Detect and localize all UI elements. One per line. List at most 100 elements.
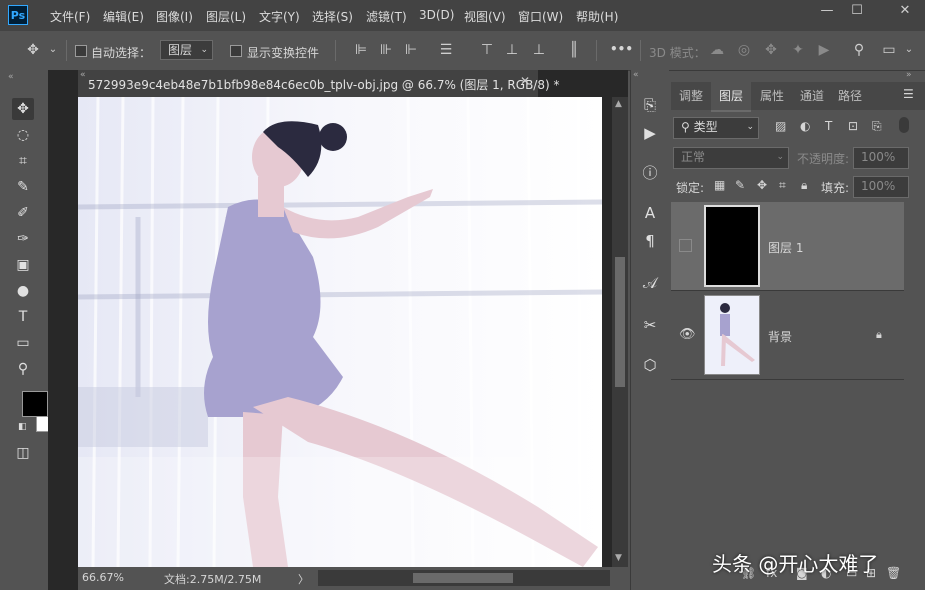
zoom-level[interactable]: 66.67% <box>82 571 124 584</box>
gradient-tool-icon[interactable]: ▣ <box>12 254 34 276</box>
blend-mode-dropdown[interactable]: 正常 ⌄ <box>673 147 789 169</box>
auto-select-checkbox[interactable] <box>75 45 87 57</box>
maximize-button[interactable]: ☐ <box>842 0 872 22</box>
menu-help[interactable]: 帮助(H) <box>576 8 618 25</box>
chevron-down-icon[interactable]: ⌄ <box>900 41 918 59</box>
vertical-scrollbar[interactable]: ▲ ▼ <box>612 97 628 567</box>
tab-adjustments[interactable]: 调整 <box>671 82 711 110</box>
workspace-icon[interactable]: ▭ <box>880 41 898 59</box>
type-tool-icon[interactable]: T <box>12 306 34 328</box>
collapse-icon[interactable]: « <box>8 72 14 82</box>
character-panel-icon[interactable]: A <box>639 202 661 224</box>
panel-menu-icon[interactable]: ☰ <box>903 87 914 101</box>
3d-pan-icon[interactable]: ✥ <box>762 41 780 59</box>
scroll-up-icon[interactable]: ▲ <box>615 99 622 109</box>
layer-name[interactable]: 背景 <box>768 328 792 345</box>
align-center-icon[interactable]: ⊪ <box>377 41 395 59</box>
actions-panel-icon[interactable]: ▶ <box>639 122 661 144</box>
layer-name[interactable]: 图层 1 <box>768 239 803 256</box>
layer-row-background[interactable]: 👁︎ 背景 🔒︎ <box>671 291 904 380</box>
lock-position-icon[interactable]: ✥ <box>757 178 767 192</box>
menu-type[interactable]: 文字(Y) <box>259 8 300 25</box>
auto-select-dropdown[interactable]: 图层 ⌄ <box>160 40 213 60</box>
align-top-icon[interactable]: ⊤ <box>478 41 496 59</box>
foreground-color-swatch-top[interactable] <box>22 391 48 417</box>
history-panel-icon[interactable]: ⎘ <box>639 94 661 116</box>
type-filter-icon[interactable]: T <box>825 119 832 133</box>
canvas-image[interactable] <box>78 97 602 567</box>
align-right-icon[interactable]: ⊩ <box>402 41 420 59</box>
scrollbar-thumb[interactable] <box>413 573 513 583</box>
lock-transparent-icon[interactable]: ▦ <box>714 178 725 192</box>
crop-tool-icon[interactable]: ⌗ <box>12 150 34 172</box>
lock-pixels-icon[interactable]: ✎ <box>735 178 745 192</box>
align-left-icon[interactable]: ⊫ <box>352 41 370 59</box>
scrollbar-thumb[interactable] <box>615 257 625 387</box>
eye-icon[interactable]: 👁︎ <box>679 327 696 342</box>
menu-edit[interactable]: 编辑(E) <box>103 8 144 25</box>
3d-panel-icon[interactable]: ⬡ <box>639 354 661 376</box>
info-panel-icon[interactable]: ⓘ <box>639 162 661 184</box>
align-middle-icon[interactable]: ⊥ <box>503 41 521 59</box>
search-icon[interactable]: ⚲ <box>850 41 868 59</box>
3d-roll-icon[interactable]: ◎ <box>735 41 753 59</box>
menu-window[interactable]: 窗口(W) <box>518 8 563 25</box>
3d-camera-icon[interactable]: ▶ <box>815 41 833 59</box>
dodge-tool-icon[interactable]: ● <box>12 280 34 302</box>
move-tool-icon[interactable]: ✥ <box>12 98 34 120</box>
menu-3d[interactable]: 3D(D) <box>419 8 454 22</box>
close-tab-icon[interactable]: ✕ <box>520 74 530 88</box>
tab-layers[interactable]: 图层 <box>711 82 751 112</box>
delete-layer-icon[interactable]: 🗑︎ <box>886 566 901 580</box>
opacity-input[interactable]: 100% <box>853 147 909 169</box>
brush-tool-icon[interactable]: ✐ <box>12 202 34 224</box>
show-transform-checkbox[interactable] <box>230 45 242 57</box>
collapse-icon[interactable]: » <box>906 70 912 80</box>
close-button[interactable]: ✕ <box>890 0 920 22</box>
distribute-vertical-icon[interactable]: ║ <box>565 41 583 59</box>
smart-object-filter-icon[interactable]: ⎘ <box>872 119 882 134</box>
fill-input[interactable]: 100% <box>853 176 909 198</box>
chevron-down-icon[interactable]: ⌄ <box>44 41 62 59</box>
rectangle-tool-icon[interactable]: ▭ <box>12 332 34 354</box>
tool-presets-icon[interactable]: ✂ <box>639 314 661 336</box>
quick-mask-icon[interactable]: ◫ <box>12 442 34 464</box>
menu-image[interactable]: 图像(I) <box>156 8 193 25</box>
adjustment-filter-icon[interactable]: ◐ <box>800 119 810 133</box>
collapse-icon[interactable]: « <box>633 70 639 80</box>
3d-slide-icon[interactable]: ✦ <box>789 41 807 59</box>
minimize-button[interactable]: — <box>812 0 842 22</box>
align-bottom-icon[interactable]: ⊥ <box>530 41 548 59</box>
lasso-tool-icon[interactable]: ◌ <box>12 124 34 146</box>
status-arrow-icon[interactable]: 〉 <box>298 571 309 587</box>
visibility-toggle[interactable] <box>679 239 692 252</box>
filter-toggle[interactable] <box>899 117 909 133</box>
pixel-filter-icon[interactable]: ▨ <box>775 119 786 133</box>
eyedropper-tool-icon[interactable]: ✎ <box>12 176 34 198</box>
glyphs-panel-icon[interactable]: 𝒜 <box>639 272 661 294</box>
menu-filter[interactable]: 滤镜(T) <box>366 8 407 25</box>
lock-artboard-icon[interactable]: ⌗ <box>779 178 786 193</box>
menu-layer[interactable]: 图层(L) <box>206 8 246 25</box>
lock-all-icon[interactable]: 🔒︎ <box>801 178 807 193</box>
menu-view[interactable]: 视图(V) <box>464 8 506 25</box>
menu-select[interactable]: 选择(S) <box>312 8 353 25</box>
layer-row-layer1[interactable]: 图层 1 <box>671 202 904 291</box>
default-colors-icon[interactable]: ◧ <box>18 422 27 432</box>
zoom-tool-icon[interactable]: ⚲ <box>12 358 34 380</box>
more-options-button[interactable]: ••• <box>610 42 633 56</box>
move-tool-icon[interactable]: ✥ <box>24 41 42 59</box>
tab-paths[interactable]: 路径 <box>830 82 870 110</box>
collapse-icon[interactable]: « <box>80 70 86 80</box>
tab-channels[interactable]: 通道 <box>792 82 832 110</box>
3d-orbit-icon[interactable]: ☁ <box>708 41 726 59</box>
history-brush-tool-icon[interactable]: ✑ <box>12 228 34 250</box>
scroll-down-icon[interactable]: ▼ <box>615 553 622 563</box>
shape-filter-icon[interactable]: ⊡ <box>848 119 858 133</box>
horizontal-scrollbar[interactable] <box>318 570 610 586</box>
paragraph-panel-icon[interactable]: ¶ <box>639 230 661 252</box>
distribute-icon[interactable]: ☰ <box>437 41 455 59</box>
menu-file[interactable]: 文件(F) <box>50 8 90 25</box>
layer-filter-dropdown[interactable]: ⚲ 类型 ⌄ <box>673 117 759 139</box>
tab-properties[interactable]: 属性 <box>752 82 792 110</box>
